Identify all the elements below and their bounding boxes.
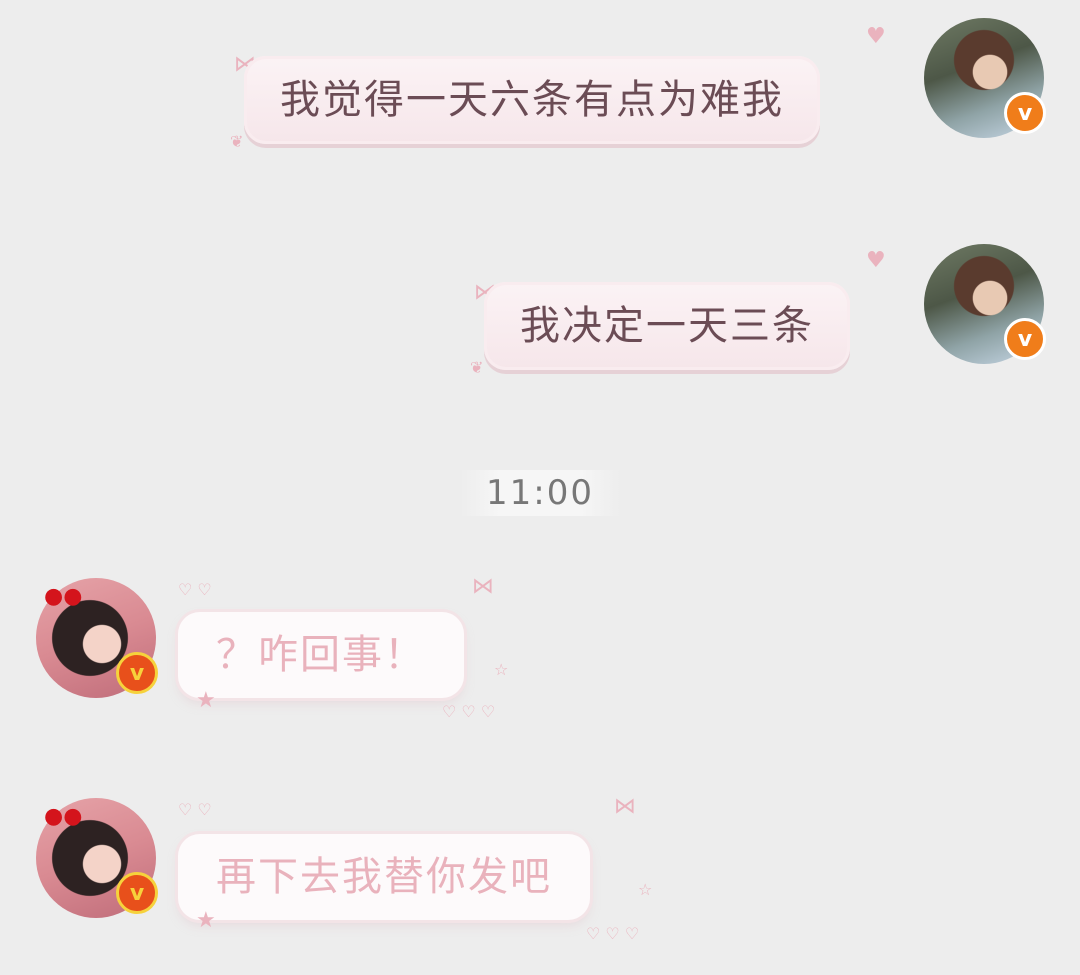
star-icon: ☆ <box>494 660 509 679</box>
verified-v-icon: v <box>116 652 158 694</box>
avatar[interactable]: ●● v <box>36 798 158 918</box>
timestamp: 11:00 <box>460 470 620 516</box>
avatar[interactable]: ●● v <box>36 578 158 698</box>
heart-icon: ♥ <box>866 24 886 49</box>
message-text: 我决定一天三条 <box>520 303 814 349</box>
message-text: ？咋回事！ <box>216 632 426 678</box>
message-bubble[interactable]: 再下去我替你发吧 <box>178 834 590 920</box>
verified-v-icon: v <box>1004 318 1046 360</box>
message-bubble[interactable]: 我觉得一天六条有点为难我 <box>244 56 820 144</box>
bow-icon: ⋈ <box>614 794 636 819</box>
heart-icon: ♡ ♡ <box>178 580 212 599</box>
verified-v-icon: v <box>116 872 158 914</box>
petal-icon: ❦ <box>230 132 244 151</box>
heart-icon: ♡ ♡ <box>178 800 212 819</box>
star-icon: ☆ <box>638 880 653 899</box>
heart-icon: ♥ <box>866 248 886 273</box>
message-text: 我觉得一天六条有点为难我 <box>280 77 784 123</box>
heart-icon: ♡ ♡ ♡ <box>442 702 496 721</box>
star-icon: ★ <box>196 908 216 933</box>
avatar[interactable]: v <box>924 18 1046 138</box>
petal-icon: ❦ <box>470 358 484 377</box>
heart-icon: ♡ ♡ ♡ <box>586 924 640 943</box>
verified-v-icon: v <box>1004 92 1046 134</box>
star-icon: ★ <box>196 688 216 713</box>
message-bubble[interactable]: 我决定一天三条 <box>484 282 850 370</box>
cherry-icon: ●● <box>44 584 83 609</box>
message-bubble[interactable]: ？咋回事！ <box>178 612 464 698</box>
cherry-icon: ●● <box>44 804 83 829</box>
bow-icon: ⋈ <box>472 574 494 599</box>
avatar[interactable]: v <box>924 244 1046 364</box>
message-text: 再下去我替你发吧 <box>216 854 552 900</box>
